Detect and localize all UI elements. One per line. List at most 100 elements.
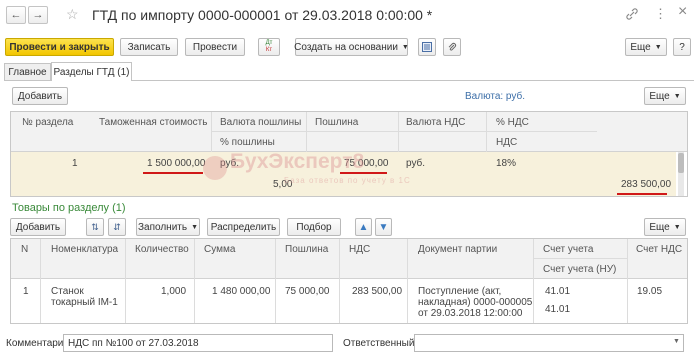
- move-down-button[interactable]: ▼: [375, 218, 392, 236]
- caret-down-icon: ▼: [191, 223, 199, 231]
- sections-more-button[interactable]: Еще ▼: [644, 87, 686, 105]
- caret-down-icon: ▼: [673, 92, 681, 100]
- goods-section-title: Товары по разделу (1): [12, 202, 126, 214]
- col-duty: Пошлина: [315, 117, 359, 128]
- column-divider: [306, 112, 307, 152]
- row-account: 41.01: [545, 286, 571, 297]
- row-vat: 283 500,00: [352, 286, 403, 297]
- col-vat-percent: % НДС: [496, 117, 529, 128]
- col-sum: Сумма: [204, 244, 236, 255]
- back-button[interactable]: ←: [6, 6, 26, 24]
- row-qty: 1,000: [161, 286, 187, 297]
- row-vat-currency: руб.: [406, 158, 426, 169]
- row-vat-account: 19.05: [637, 286, 663, 297]
- responsible-label: Ответственный:: [343, 338, 418, 349]
- sort-asc-button[interactable]: ⇅: [86, 218, 104, 236]
- save-button[interactable]: Записать: [120, 38, 178, 56]
- tab-gtd-sections[interactable]: Разделы ГТД (1): [51, 62, 132, 81]
- watermark-subtitle: База ответов по учету в 1С: [284, 176, 411, 185]
- column-divider: [398, 112, 399, 152]
- row-n: 1: [23, 286, 29, 297]
- row-batch-line1: Поступление (акт,: [418, 286, 502, 297]
- column-divider: [486, 112, 487, 152]
- col-vat-account: Счет НДС: [636, 244, 683, 255]
- structure-button[interactable]: [418, 38, 436, 56]
- sections-scroll-thumb[interactable]: [678, 153, 684, 173]
- sort-desc-icon: ⇵: [113, 221, 121, 232]
- fill-button[interactable]: Заполнить ▼: [136, 218, 200, 236]
- watermark-logo: [203, 156, 227, 180]
- tab-main[interactable]: Главное: [4, 63, 51, 80]
- arrow-down-icon: ▼: [378, 221, 389, 233]
- paperclip-icon: [448, 42, 457, 51]
- row-section-num: 1: [72, 158, 78, 169]
- arrow-left-icon: ←: [10, 9, 22, 21]
- sections-add-button[interactable]: Добавить: [12, 87, 68, 105]
- caret-down-icon: ▼: [654, 43, 662, 51]
- row-account-nu: 41.01: [545, 304, 571, 315]
- col-account-nu: Счет учета (НУ): [543, 264, 617, 275]
- dt-label: Дт: [265, 40, 273, 46]
- col-account: Счет учета: [543, 244, 594, 255]
- more-button[interactable]: Еще ▼: [625, 38, 667, 56]
- row-nomenclature-line2: токарный IM-1: [51, 297, 118, 308]
- col-vat: НДС: [349, 244, 371, 255]
- caret-down-icon: ▼: [673, 223, 681, 231]
- forward-button[interactable]: →: [28, 6, 48, 24]
- comment-label: Комментарий:: [6, 338, 72, 349]
- col-nomenclature: Номенклатура: [51, 244, 119, 255]
- row-vat: 283 500,00: [621, 179, 672, 190]
- select-button[interactable]: Подбор: [287, 218, 341, 236]
- more-label: Еще: [649, 221, 670, 233]
- comment-field[interactable]: НДС пп №100 от 27.03.2018: [63, 334, 333, 352]
- arrow-right-icon: →: [32, 9, 44, 21]
- sort-desc-button[interactable]: ⇵: [108, 218, 126, 236]
- col-batch-doc: Документ партии: [418, 244, 498, 255]
- row-batch-line3: от 29.03.2018 12:00:00: [418, 308, 523, 319]
- create-based-on-button[interactable]: Создать на основании ▼: [294, 38, 409, 56]
- more-vertical-icon[interactable]: ⋮: [654, 6, 667, 22]
- row-vat-percent: 18%: [496, 158, 517, 169]
- help-button[interactable]: ?: [673, 38, 691, 56]
- col-customs-value: Таможенная стоимость: [99, 117, 208, 128]
- more-label: Еще: [649, 90, 670, 102]
- row-nomenclature-line1: Станок: [51, 286, 84, 297]
- header-divider: [533, 258, 627, 259]
- attach-file-button[interactable]: [443, 38, 461, 56]
- col-duty: Пошлина: [285, 244, 329, 255]
- kt-label: Кт: [265, 47, 273, 53]
- watermark-title: БухЭксперт8: [230, 150, 365, 173]
- favorite-star-icon[interactable]: ☆: [66, 6, 79, 23]
- row-duty: 75 000,00: [285, 286, 330, 297]
- row-customs-value: 1 500 000,00: [147, 158, 206, 169]
- more-label: Еще: [630, 41, 651, 53]
- responsible-field[interactable]: [414, 334, 684, 352]
- col-vat: НДС: [496, 137, 518, 148]
- col-vat-currency: Валюта НДС: [406, 117, 466, 128]
- move-up-button[interactable]: ▲: [355, 218, 372, 236]
- dt-kt-report-button[interactable]: Дт Кт: [258, 38, 280, 56]
- distribute-button[interactable]: Распределить: [207, 218, 280, 236]
- post-button[interactable]: Провести: [185, 38, 245, 56]
- row-batch-line2: накладная) 0000-000005: [418, 297, 533, 308]
- highlight-underline: [617, 193, 667, 195]
- highlight-underline: [143, 172, 203, 174]
- structure-icon: [422, 42, 432, 52]
- link-icon[interactable]: [626, 8, 638, 20]
- goods-more-button[interactable]: Еще ▼: [644, 218, 686, 236]
- header-divider: [211, 131, 597, 132]
- post-and-close-button[interactable]: Провести и закрыть: [5, 38, 114, 56]
- col-section-num: № раздела: [22, 117, 74, 128]
- responsible-dropdown-icon[interactable]: ▼: [673, 338, 680, 345]
- goods-add-button[interactable]: Добавить: [10, 218, 66, 236]
- sort-asc-icon: ⇅: [91, 221, 99, 232]
- col-n: N: [21, 244, 29, 255]
- column-divider: [211, 112, 212, 152]
- col-duty-currency: Валюта пошлины: [220, 117, 302, 128]
- fill-label: Заполнить: [137, 221, 188, 233]
- page-title: ГТД по импорту 0000-000001 от 29.03.2018…: [92, 7, 433, 23]
- caret-down-icon: ▼: [401, 43, 409, 51]
- col-qty: Количество: [135, 244, 189, 255]
- create-based-on-label: Создать на основании: [294, 41, 398, 53]
- close-icon[interactable]: ×: [678, 3, 687, 21]
